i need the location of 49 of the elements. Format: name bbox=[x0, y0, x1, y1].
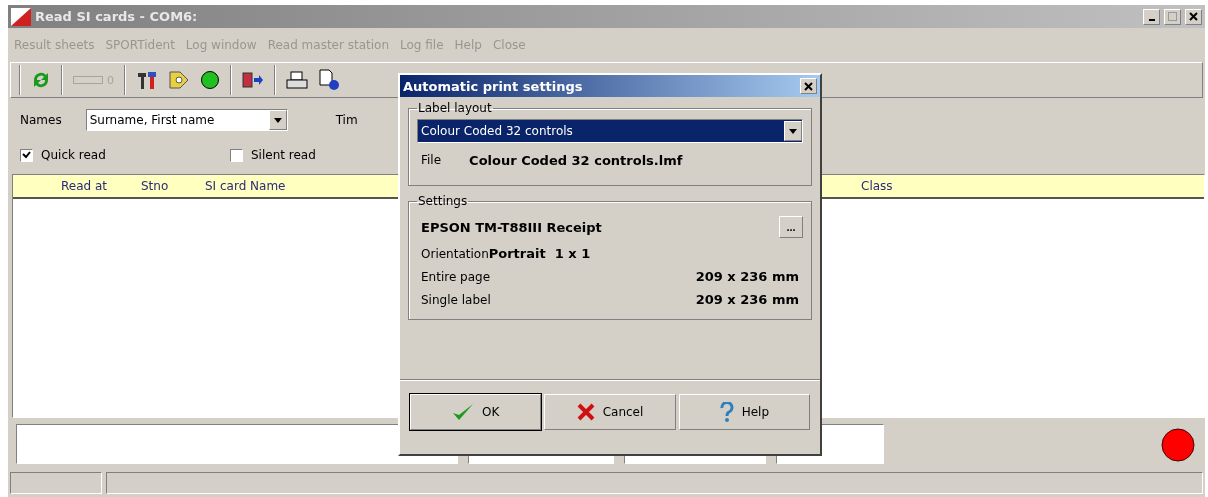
orientation-label: Orientation bbox=[421, 246, 489, 261]
names-label: Names bbox=[20, 113, 62, 127]
minimize-button[interactable] bbox=[1143, 8, 1160, 25]
close-icon bbox=[1189, 12, 1198, 21]
close-icon bbox=[804, 81, 813, 91]
printer-icon[interactable] bbox=[286, 70, 308, 90]
tools-icon[interactable] bbox=[136, 70, 158, 90]
checkbox-label: Silent read bbox=[251, 148, 316, 162]
dropdown-arrow-icon bbox=[789, 128, 797, 134]
dialog-button[interactable]: OK bbox=[410, 394, 542, 430]
layout-dropdown[interactable]: Colour Coded 32 controls bbox=[417, 119, 803, 143]
dropdown-arrow-icon bbox=[273, 117, 282, 123]
start-reading-icon[interactable] bbox=[200, 70, 220, 90]
size-label: Single label bbox=[421, 292, 491, 307]
app-logo-icon bbox=[11, 7, 31, 26]
cross-icon bbox=[576, 403, 595, 421]
file-label: File bbox=[421, 153, 442, 167]
names-dropdown[interactable]: Surname, First name bbox=[85, 109, 288, 131]
size-value: 209 x 236 mm bbox=[695, 292, 799, 307]
printer-name: EPSON TM-T88III Receipt bbox=[421, 219, 602, 235]
checkmark-icon bbox=[452, 403, 474, 421]
column-header[interactable]: SI card Name bbox=[205, 179, 286, 193]
file-name: Colour Coded 32 controls.lmf bbox=[469, 152, 683, 168]
maximize-button[interactable] bbox=[1164, 8, 1181, 25]
window-title: Read SI cards - COM6: bbox=[35, 9, 199, 24]
dialog-button[interactable]: Cancel bbox=[544, 394, 676, 430]
maximize-icon bbox=[1168, 12, 1177, 21]
checkbox[interactable] bbox=[230, 148, 243, 162]
orientation-value: Portrait 1 x 1 bbox=[488, 246, 591, 261]
size-label: Entire page bbox=[421, 269, 491, 284]
checkbox[interactable] bbox=[20, 148, 33, 162]
column-header[interactable]: Stno bbox=[141, 179, 169, 193]
size-value: 209 x 236 mm bbox=[695, 269, 799, 284]
checkbox-label: Quick read bbox=[41, 148, 106, 162]
column-header[interactable]: Class bbox=[861, 179, 893, 193]
print-settings-icon[interactable] bbox=[318, 69, 340, 91]
card-reader-icon[interactable] bbox=[168, 70, 190, 90]
group-legend: Settings bbox=[417, 194, 469, 208]
minimize-icon bbox=[1148, 18, 1155, 21]
close-button[interactable] bbox=[1185, 8, 1202, 25]
time-label: Tim bbox=[335, 113, 358, 127]
column-header[interactable]: Read at bbox=[61, 179, 108, 193]
question-mark-icon bbox=[719, 402, 734, 422]
dialog-button[interactable]: Help bbox=[678, 394, 810, 430]
exit-icon[interactable] bbox=[242, 71, 264, 89]
group-legend: Label layout bbox=[417, 101, 493, 115]
browse-button[interactable]: ... bbox=[779, 216, 803, 238]
dialog-title: Automatic print settings bbox=[403, 78, 583, 94]
close-button[interactable] bbox=[800, 78, 817, 94]
